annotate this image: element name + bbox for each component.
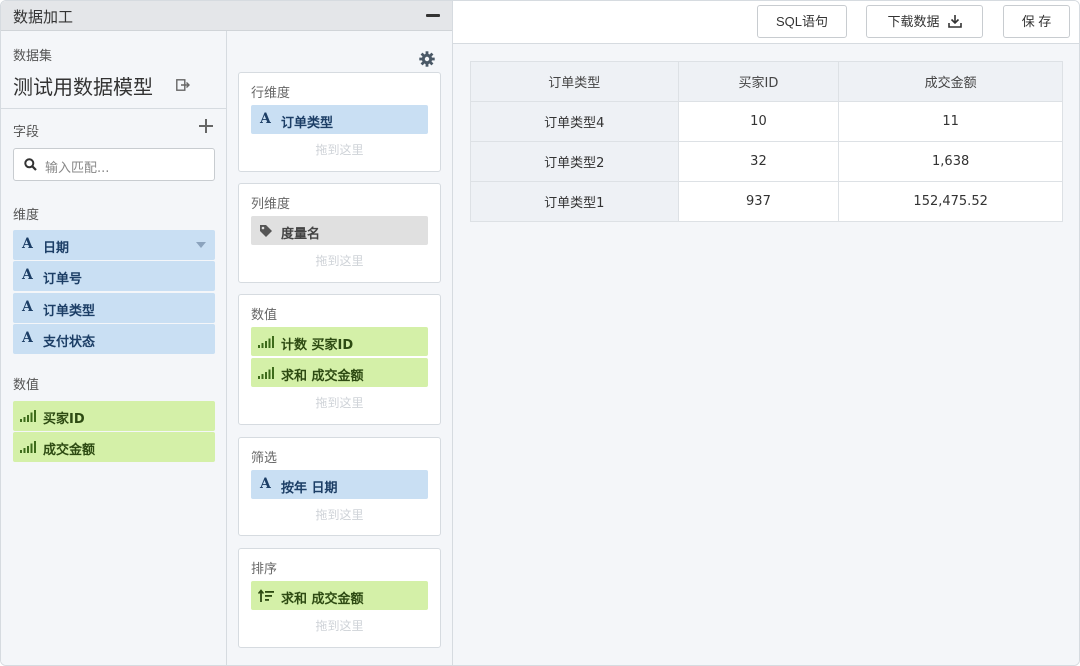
- result-table: 订单类型 买家ID 成交金额 订单类型4 10 11 订单类型2 32 1,63…: [470, 61, 1063, 222]
- row-header-cell: 订单类型1: [470, 181, 679, 222]
- divider: [1, 108, 226, 109]
- shelf-item-label: 度量名: [281, 227, 321, 242]
- shelf-item-label: 计数 买家ID: [281, 338, 354, 353]
- table-cell: 937: [677, 181, 840, 222]
- result-panel: SQL语句 下载数据 保 存 订单类型 买家ID 成交金额 订单类型4 10 1…: [453, 1, 1079, 665]
- shelf-item-count-buyer[interactable]: 计数 买家ID: [251, 327, 428, 356]
- table-row: 订单类型2 32 1,638: [470, 141, 1063, 182]
- shelf-title: 筛选: [251, 451, 278, 466]
- shelf-item-year-date[interactable]: A 按年 日期: [251, 470, 428, 499]
- shelf-item-label: 按年 日期: [281, 481, 338, 496]
- fields-title: 字段: [13, 125, 40, 140]
- dimension-group-title: 维度: [13, 208, 40, 223]
- table-cell: 11: [838, 101, 1063, 142]
- shelves-column: 行维度 A 订单类型 拖到这里 列维度 度量名 拖到这里 数值 计数 买家ID …: [227, 31, 452, 665]
- text-type-icon: A: [22, 330, 33, 346]
- field-label: 成交金额: [43, 443, 96, 458]
- drop-hint: 拖到这里: [315, 143, 364, 157]
- text-type-icon: A: [260, 476, 271, 492]
- tag-icon: [260, 225, 272, 237]
- column-header[interactable]: 订单类型: [470, 61, 679, 102]
- shelf-title: 列维度: [251, 197, 291, 212]
- shelf-title: 数值: [251, 308, 278, 323]
- shelf-item-measure-name[interactable]: 度量名: [251, 216, 428, 245]
- shelf-item-sum-amount[interactable]: 求和 成交金额: [251, 358, 428, 387]
- sort-shelf[interactable]: 排序 求和 成交金额 拖到这里: [238, 548, 441, 648]
- shelf-item-label: 求和 成交金额: [281, 369, 364, 384]
- table-cell: 152,475.52: [838, 181, 1063, 222]
- sort-descending-icon: [258, 589, 274, 602]
- dimension-field-date[interactable]: A 日期: [13, 230, 215, 260]
- sql-button[interactable]: SQL语句: [757, 5, 847, 38]
- text-type-icon: A: [22, 267, 33, 283]
- toolbar: SQL语句 下载数据 保 存: [453, 1, 1079, 44]
- rows-shelf[interactable]: 行维度 A 订单类型 拖到这里: [238, 72, 441, 172]
- measure-bars-icon: [20, 441, 36, 453]
- shelf-item-sort-amount[interactable]: 求和 成交金额: [251, 581, 428, 610]
- column-header[interactable]: 成交金额: [838, 61, 1063, 102]
- table-cell: 32: [677, 141, 840, 182]
- shelf-item-order-type[interactable]: A 订单类型: [251, 105, 428, 134]
- dataset-label: 数据集: [13, 49, 53, 64]
- save-button[interactable]: 保 存: [1003, 5, 1070, 38]
- text-type-icon: A: [22, 299, 33, 315]
- measure-bars-icon: [258, 336, 274, 348]
- measure-field-amount[interactable]: 成交金额: [13, 432, 215, 462]
- shelf-title: 排序: [251, 562, 278, 577]
- table-header-row: 订单类型 买家ID 成交金额: [470, 61, 1063, 102]
- table-row: 订单类型1 937 152,475.52: [470, 181, 1063, 222]
- dimension-field-order-no[interactable]: A 订单号: [13, 261, 215, 291]
- text-type-icon: A: [260, 111, 271, 127]
- measure-group-title: 数值: [13, 378, 40, 393]
- dimension-field-pay-status[interactable]: A 支付状态: [13, 324, 215, 354]
- download-label: 下载数据: [887, 14, 940, 29]
- field-label: 日期: [43, 241, 70, 256]
- panel-title: 数据加工: [13, 8, 74, 26]
- field-label: 订单类型: [43, 304, 96, 319]
- fields-column: 数据集 测试用数据模型 字段 输入匹配... 维度 A 日期 A 订单号 A 订…: [1, 31, 227, 665]
- panel-header: 数据加工: [1, 1, 452, 31]
- shelf-title: 行维度: [251, 86, 291, 101]
- table-cell: 1,638: [838, 141, 1063, 182]
- search-icon: [24, 158, 37, 171]
- minimize-icon[interactable]: [426, 14, 440, 17]
- measure-field-buyer-id[interactable]: 买家ID: [13, 401, 215, 431]
- shelf-item-label: 求和 成交金额: [281, 592, 364, 607]
- columns-shelf[interactable]: 列维度 度量名 拖到这里: [238, 183, 441, 283]
- drop-hint: 拖到这里: [315, 254, 364, 268]
- field-label: 订单号: [43, 272, 83, 287]
- dataset-name: 测试用数据模型: [13, 75, 153, 99]
- table-cell: 10: [677, 101, 840, 142]
- field-label: 支付状态: [43, 335, 96, 350]
- switch-dataset-icon[interactable]: [176, 79, 190, 91]
- measure-bars-icon: [258, 367, 274, 379]
- download-icon: [947, 15, 962, 28]
- field-search-input[interactable]: 输入匹配...: [13, 148, 215, 181]
- measure-bars-icon: [20, 410, 36, 422]
- table-row: 订单类型4 10 11: [470, 101, 1063, 142]
- dimension-field-order-type[interactable]: A 订单类型: [13, 293, 215, 323]
- row-header-cell: 订单类型4: [470, 101, 679, 142]
- data-processing-panel: 数据加工 数据集 测试用数据模型 字段 输入匹配... 维度 A 日期 A 订单…: [1, 1, 453, 665]
- drop-hint: 拖到这里: [315, 619, 364, 633]
- row-header-cell: 订单类型2: [470, 141, 679, 182]
- field-label: 买家ID: [43, 412, 85, 427]
- column-header[interactable]: 买家ID: [677, 61, 840, 102]
- text-type-icon: A: [22, 236, 33, 252]
- filters-shelf[interactable]: 筛选 A 按年 日期 拖到这里: [238, 437, 441, 536]
- add-field-icon[interactable]: [199, 119, 213, 133]
- drop-hint: 拖到这里: [315, 396, 364, 410]
- caret-down-icon[interactable]: [196, 242, 206, 248]
- gear-icon[interactable]: [419, 51, 435, 67]
- drop-hint: 拖到这里: [315, 508, 364, 522]
- shelf-item-label: 订单类型: [281, 116, 334, 131]
- download-button[interactable]: 下载数据: [866, 5, 983, 38]
- app-window: 数据加工 数据集 测试用数据模型 字段 输入匹配... 维度 A 日期 A 订单…: [0, 0, 1080, 666]
- search-placeholder: 输入匹配...: [45, 161, 110, 176]
- values-shelf[interactable]: 数值 计数 买家ID 求和 成交金额 拖到这里: [238, 294, 441, 425]
